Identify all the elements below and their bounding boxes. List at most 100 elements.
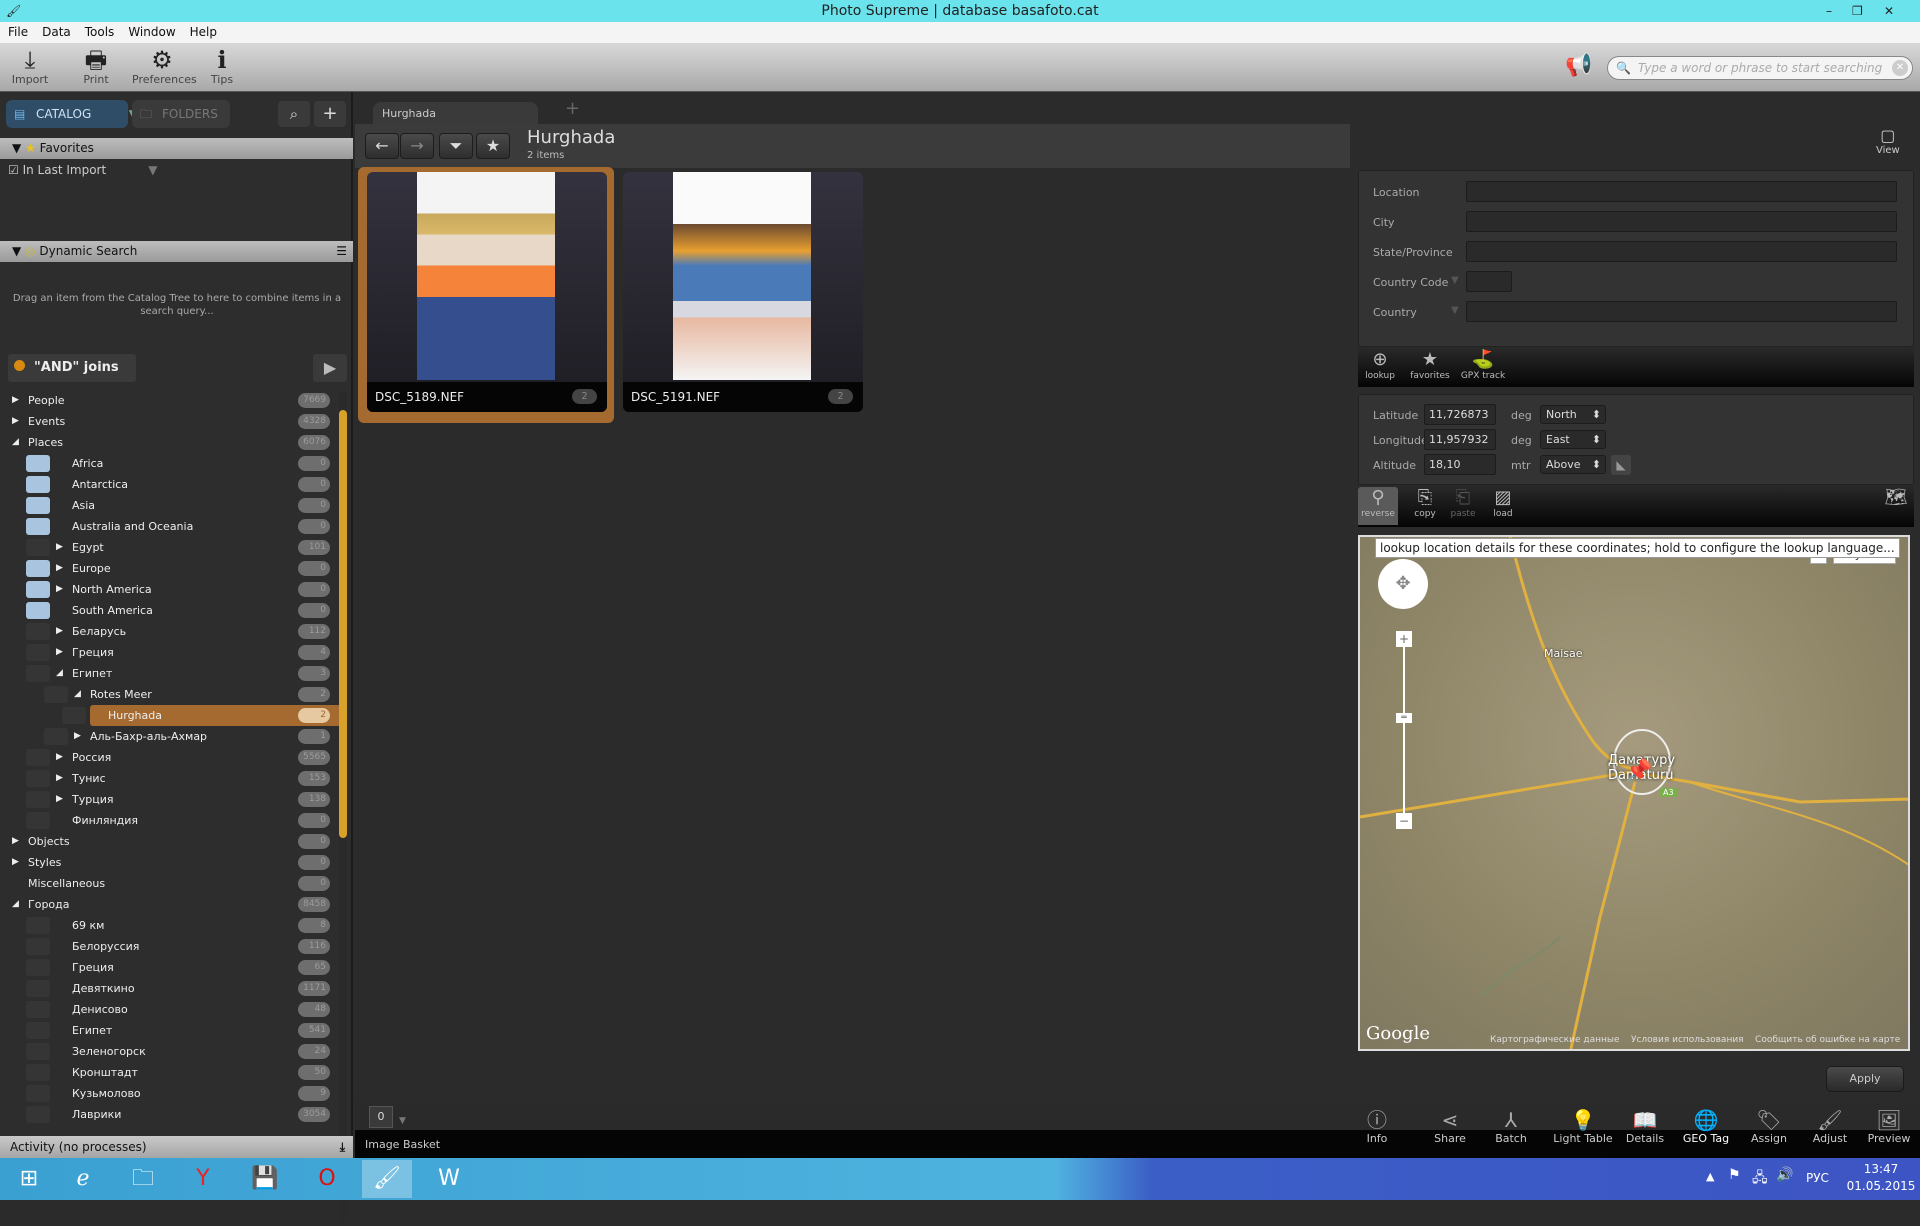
state-input[interactable] <box>1466 241 1897 262</box>
reverse-button[interactable]: ⚲ reverse <box>1358 487 1398 525</box>
apply-button[interactable]: Apply <box>1826 1066 1904 1092</box>
latitude-input[interactable]: 11,726873 <box>1424 404 1496 425</box>
collapsed-arrow-icon[interactable]: ▶ <box>56 789 63 810</box>
menu-tools[interactable]: Tools <box>85 22 115 43</box>
add-button[interactable]: + <box>314 101 346 127</box>
tree-item[interactable]: ▶ Россия 5565 <box>0 747 342 768</box>
preferences-button[interactable]: ⚙ Preferences <box>132 47 197 86</box>
activity-toggle-icon[interactable]: ⤓ <box>340 1136 345 1158</box>
batch-tool[interactable]: ⅄ Batch <box>1486 1108 1536 1145</box>
tree-item[interactable]: Белоруссия 116 <box>0 936 342 957</box>
tree-item[interactable]: ◢ Rotes Meer 2 <box>0 684 342 705</box>
map-data-link[interactable]: Картографические данные <box>1490 1035 1620 1045</box>
tree-item[interactable]: ▶ Тунис 153 <box>0 768 342 789</box>
thumbnail-card[interactable]: DSC_5189.NEF 2 <box>367 172 607 412</box>
menu-window[interactable]: Window <box>128 22 175 43</box>
details-tool[interactable]: 📖 Details <box>1620 1108 1670 1145</box>
image-basket-label[interactable]: Image Basket <box>365 1138 440 1151</box>
adjust-tool[interactable]: 🖌 Adjust <box>1805 1108 1855 1145</box>
folders-tab[interactable]: 🗀 FOLDERS <box>132 100 230 128</box>
favorite-in-last-import[interactable]: ☑ In Last Import ▼ <box>8 163 157 177</box>
collapsed-arrow-icon[interactable]: ▶ <box>56 768 63 789</box>
tree-item[interactable]: ▶ Objects 0 <box>0 831 342 852</box>
tree-item[interactable]: Africa 0 <box>0 453 342 474</box>
print-button[interactable]: 🖶 Print <box>76 47 116 86</box>
forward-button[interactable]: → <box>400 133 434 159</box>
menu-icon[interactable]: ☰ <box>336 241 347 262</box>
tree-item[interactable]: Australia and Oceania 0 <box>0 516 342 537</box>
zoom-out-button[interactable]: − <box>1396 813 1412 829</box>
preview-tool[interactable]: 🖼 Preview <box>1861 1108 1917 1145</box>
basket-dropdown-icon[interactable]: ▼ <box>399 1116 406 1126</box>
collapsed-arrow-icon[interactable]: ▶ <box>12 852 19 873</box>
image-basket-count[interactable]: 0 <box>369 1106 393 1128</box>
taskbar-opera[interactable]: O <box>302 1160 352 1198</box>
dynamic-search-header[interactable]: ▼ ◎ Dynamic Search ☰ <box>0 241 353 262</box>
tree-item[interactable]: ▶ Греция 4 <box>0 642 342 663</box>
paste-button[interactable]: ⎗ paste <box>1448 487 1478 519</box>
tree-item[interactable]: ▶ Events 4328 <box>0 411 342 432</box>
zoom-in-button[interactable]: + <box>1396 631 1412 647</box>
tree-item[interactable]: Кузьмолово 9 <box>0 1083 342 1104</box>
report-error-link[interactable]: Сообщить об ошибке на карте <box>1755 1035 1900 1045</box>
clear-search-icon[interactable]: ✕ <box>1892 60 1908 76</box>
terms-link[interactable]: Условия использования <box>1631 1035 1744 1045</box>
close-button[interactable]: ✕ <box>1884 0 1894 22</box>
lookup-button[interactable]: ⊕ lookup <box>1362 349 1398 381</box>
collapsed-arrow-icon[interactable]: ▶ <box>12 411 19 432</box>
volume-icon[interactable]: 🔊 <box>1776 1167 1793 1183</box>
latitude-direction-select[interactable]: North <box>1540 405 1606 424</box>
tree-item[interactable]: Miscellaneous 0 <box>0 873 342 894</box>
altitude-reference-select[interactable]: Above <box>1540 455 1606 474</box>
tree-item[interactable]: 69 км 8 <box>0 915 342 936</box>
share-tool[interactable]: ⋖ Share <box>1425 1108 1475 1145</box>
collapsed-arrow-icon[interactable]: ▶ <box>74 726 81 747</box>
taskbar-save[interactable]: 💾 <box>240 1160 290 1198</box>
altitude-lookup-button[interactable]: ◣ <box>1611 455 1631 475</box>
city-input[interactable] <box>1466 211 1897 232</box>
country-code-dropdown-icon[interactable]: ▼ <box>1451 275 1459 286</box>
tree-item[interactable]: Лаврики 3054 <box>0 1104 342 1125</box>
tree-item[interactable]: Hurghada 2 <box>0 705 342 726</box>
tree-scrollbar[interactable] <box>339 392 347 1222</box>
collapsed-arrow-icon[interactable]: ▶ <box>56 642 63 663</box>
favorite-button[interactable]: ★ <box>476 133 510 159</box>
language-indicator[interactable]: РУС <box>1806 1171 1829 1185</box>
map-view[interactable]: ✥ + ═ − Maisae Даматуру Damaturu A3 📌 Сп… <box>1358 535 1910 1051</box>
run-search-button[interactable]: ▶ <box>313 354 347 382</box>
collapsed-arrow-icon[interactable]: ▶ <box>56 558 63 579</box>
expanded-arrow-icon[interactable]: ◢ <box>56 663 63 684</box>
search-input[interactable]: 🔍 Type a word or phrase to start searchi… <box>1607 56 1913 80</box>
altitude-input[interactable]: 18,10 <box>1424 454 1496 475</box>
tree-item[interactable]: Кронштадт 50 <box>0 1062 342 1083</box>
longitude-direction-select[interactable]: East <box>1540 430 1606 449</box>
back-button[interactable]: ← <box>365 133 399 159</box>
view-button[interactable]: ▢ View <box>1876 126 1900 156</box>
tree-item[interactable]: ▶ Styles 0 <box>0 852 342 873</box>
tree-item[interactable]: ▶ North America 0 <box>0 579 342 600</box>
pan-control[interactable]: ✥ <box>1378 559 1428 609</box>
taskbar-yandex[interactable]: Y <box>178 1160 228 1198</box>
expanded-arrow-icon[interactable]: ◢ <box>12 432 19 453</box>
favorites-header[interactable]: ▼ ★ Favorites <box>0 138 353 159</box>
tree-item[interactable]: South America 0 <box>0 600 342 621</box>
tree-item[interactable]: ◢ Places 6076 <box>0 432 342 453</box>
tray-expand-icon[interactable]: ▲ <box>1706 1170 1714 1183</box>
collapsed-arrow-icon[interactable]: ▶ <box>12 831 19 852</box>
tree-item[interactable]: ◢ Египет 3 <box>0 663 342 684</box>
tree-item[interactable]: ▶ Europe 0 <box>0 558 342 579</box>
catalog-search-button[interactable]: ⌕ <box>278 101 310 127</box>
collapsed-arrow-icon[interactable]: ▶ <box>56 747 63 768</box>
country-input[interactable] <box>1466 301 1897 322</box>
longitude-input[interactable]: 11,957932 <box>1424 429 1496 450</box>
scrollbar-thumb[interactable] <box>339 410 347 838</box>
clock[interactable]: 13:47 01.05.2015 <box>1846 1161 1916 1195</box>
filter-button[interactable]: ⏷ <box>439 133 473 159</box>
tree-item[interactable]: Египет 541 <box>0 1020 342 1041</box>
collapsed-arrow-icon[interactable]: ▶ <box>12 390 19 411</box>
tree-item[interactable]: Греция 65 <box>0 957 342 978</box>
tree-item[interactable]: Antarctica 0 <box>0 474 342 495</box>
tree-item[interactable]: Девяткино 1171 <box>0 978 342 999</box>
tree-item[interactable]: ◢ Города 8458 <box>0 894 342 915</box>
collapsed-arrow-icon[interactable]: ▶ <box>56 537 63 558</box>
